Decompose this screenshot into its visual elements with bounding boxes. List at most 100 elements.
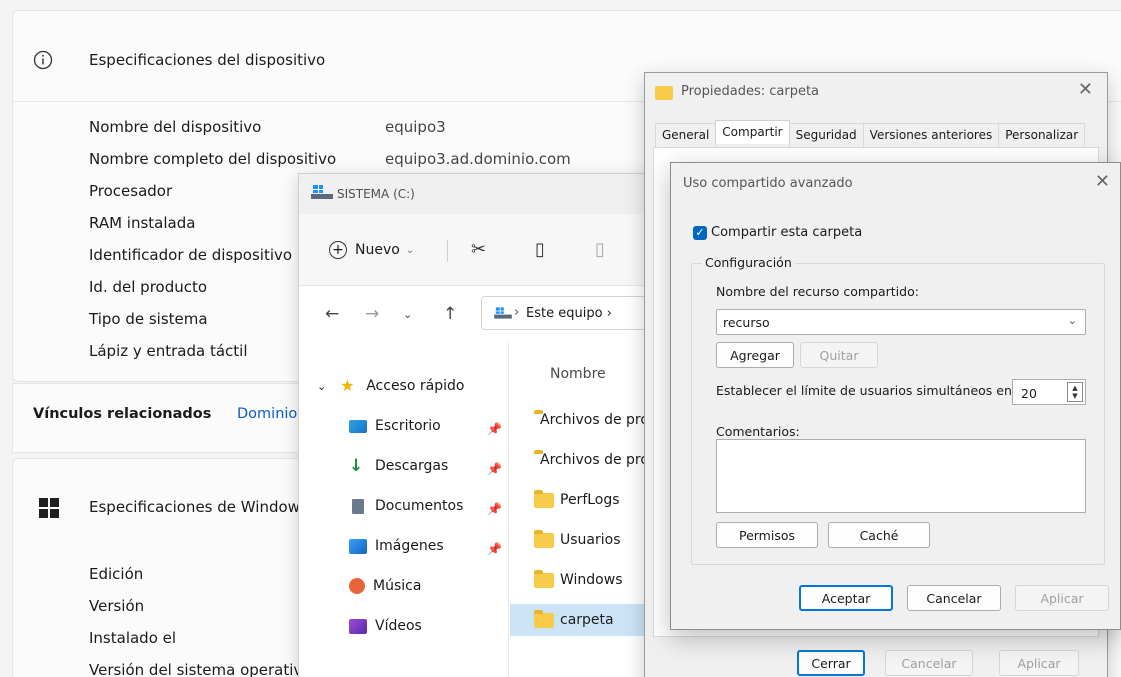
user-limit-label: Establecer el límite de usuarios simultá…: [716, 383, 1017, 398]
column-header-name[interactable]: Nombre: [550, 366, 606, 382]
sidebar-item-label: Escritorio: [375, 418, 441, 434]
pin-icon[interactable]: 📌: [487, 462, 502, 476]
share-name-label: Nombre del recurso compartido:: [716, 284, 919, 299]
explorer-titlebar[interactable]: SISTEMA (C:): [299, 174, 677, 214]
sidebar-item-documents[interactable]: Documentos: [349, 498, 463, 514]
pin-icon[interactable]: 📌: [487, 422, 502, 436]
back-arrow-icon[interactable]: ←: [325, 304, 339, 324]
tab-general[interactable]: General: [655, 123, 717, 147]
music-icon: [349, 578, 365, 594]
cancel-button[interactable]: Cancelar: [907, 585, 1001, 611]
spec-label: RAM instalada: [89, 214, 196, 232]
separator: [447, 240, 448, 262]
sidebar-item-downloads[interactable]: ↓ Descargas: [349, 456, 449, 476]
spec-value: equipo3.ad.dominio.com: [385, 150, 571, 168]
forward-arrow-icon[interactable]: →: [365, 304, 379, 324]
sidebar-item-label: Imágenes: [375, 538, 444, 554]
tab-compartir[interactable]: Compartir: [715, 120, 790, 144]
apply-button[interactable]: Aplicar: [999, 650, 1079, 676]
close-button[interactable]: Cerrar: [797, 650, 865, 676]
spec-label: Id. del producto: [89, 278, 208, 296]
tab-personalizar[interactable]: Personalizar: [998, 123, 1086, 147]
advanced-sharing-dialog: Uso compartido avanzado ✕ ✓ Compartir es…: [670, 162, 1121, 630]
close-icon[interactable]: ✕: [1078, 79, 1093, 100]
comments-textarea[interactable]: [716, 439, 1086, 513]
windows-logo-icon: [39, 498, 59, 518]
permissions-button[interactable]: Permisos: [716, 522, 818, 548]
sidebar-item-quick-access[interactable]: ⌄ ★ Acceso rápido: [317, 378, 465, 395]
stepper-arrows-icon[interactable]: ▲ ▼: [1067, 382, 1083, 402]
spec-label: Procesador: [89, 182, 173, 200]
spec-label: Identificador de dispositivo: [89, 246, 293, 264]
folder-icon: [655, 86, 673, 100]
navigation-pane: ⌄ ★ Acceso rápido Escritorio 📌 ↓ Descarg…: [299, 342, 509, 677]
spec-label: Instalado el: [89, 629, 177, 647]
sidebar-item-label: Vídeos: [375, 618, 422, 634]
new-button[interactable]: + Nuevo ⌄: [329, 236, 414, 264]
properties-tabs: General Compartir Seguridad Versiones an…: [655, 120, 1086, 147]
sidebar-item-desktop[interactable]: Escritorio: [349, 418, 441, 434]
folder-icon: [534, 489, 554, 508]
chevron-down-icon: ⌄: [405, 244, 415, 256]
recent-chevron-icon[interactable]: ⌄: [403, 308, 412, 321]
add-button[interactable]: Agregar: [716, 342, 794, 368]
share-folder-label[interactable]: Compartir esta carpeta: [711, 225, 862, 240]
sidebar-item-music[interactable]: Música: [349, 578, 421, 594]
related-links-title: Vínculos relacionados: [33, 406, 212, 422]
windows-specs-title[interactable]: Especificaciones de Windows: [89, 498, 308, 516]
close-icon[interactable]: ✕: [1095, 171, 1110, 192]
file-explorer-window: SISTEMA (C:) + Nuevo ⌄ ✂ ▯ ▯ ← → ⌄ ↑ › E…: [298, 173, 678, 677]
comments-label: Comentarios:: [716, 424, 800, 439]
configuration-group: Configuración Nombre del recurso compart…: [691, 255, 1105, 565]
file-name: Windows: [560, 572, 623, 588]
chevron-down-icon[interactable]: ⌄: [317, 380, 326, 393]
download-icon: ↓: [349, 456, 364, 476]
apply-button[interactable]: Aplicar: [1015, 585, 1109, 611]
plus-icon: +: [329, 241, 347, 259]
user-limit-value: 20: [1021, 386, 1037, 401]
desktop-icon: [349, 419, 367, 433]
remove-button[interactable]: Quitar: [800, 342, 878, 368]
sidebar-item-images[interactable]: Imágenes: [349, 538, 444, 554]
domain-link[interactable]: Dominio: [237, 406, 297, 422]
sidebar-item-videos[interactable]: Vídeos: [349, 618, 422, 634]
copy-icon[interactable]: ▯: [535, 239, 545, 260]
share-folder-checkbox[interactable]: ✓: [693, 225, 707, 240]
pin-icon[interactable]: 📌: [487, 542, 502, 556]
tab-versiones-anteriores[interactable]: Versiones anteriores: [862, 123, 1000, 147]
this-pc-icon: [494, 307, 512, 319]
up-arrow-icon[interactable]: ↑: [443, 304, 457, 324]
sidebar-item-label: Acceso rápido: [366, 378, 465, 394]
info-icon: [33, 50, 53, 70]
spec-label: Tipo de sistema: [89, 310, 208, 328]
sidebar-item-label: Documentos: [375, 498, 464, 514]
drive-icon: [311, 185, 333, 199]
spec-label: Versión: [89, 597, 145, 615]
address-path: Este equipo ›: [526, 306, 612, 321]
file-name: carpeta: [560, 612, 614, 628]
share-folder-checkbox-row[interactable]: ✓ Compartir esta carpeta: [693, 225, 862, 240]
explorer-title: SISTEMA (C:): [337, 187, 415, 201]
command-bar: + Nuevo ⌄ ✂ ▯ ▯: [299, 214, 677, 286]
paste-icon[interactable]: ▯: [595, 239, 605, 260]
folder-icon: [534, 529, 554, 548]
pin-icon[interactable]: 📌: [487, 502, 502, 516]
cache-button[interactable]: Caché: [828, 522, 930, 548]
ok-button[interactable]: Aceptar: [799, 585, 893, 611]
share-name-combobox[interactable]: recurso ⌄: [716, 309, 1086, 335]
new-button-label: Nuevo: [355, 242, 400, 258]
video-icon: [349, 618, 367, 634]
configuration-legend: Configuración: [702, 255, 795, 270]
device-specs-title[interactable]: Especificaciones del dispositivo: [89, 51, 325, 69]
spec-label: Nombre del dispositivo: [89, 118, 262, 136]
share-name-value: recurso: [723, 315, 770, 330]
properties-title: Propiedades: carpeta: [681, 84, 820, 99]
user-limit-stepper[interactable]: 20 ▲ ▼: [1012, 379, 1086, 405]
cancel-button[interactable]: Cancelar: [885, 650, 973, 676]
tab-seguridad[interactable]: Seguridad: [788, 123, 864, 147]
cut-icon[interactable]: ✂: [471, 239, 486, 260]
sidebar-item-label: Descargas: [375, 458, 449, 474]
chevron-down-icon[interactable]: ⌄: [1068, 314, 1077, 327]
breadcrumb-separator-icon: ›: [514, 305, 520, 320]
spec-value: equipo3: [385, 118, 446, 136]
